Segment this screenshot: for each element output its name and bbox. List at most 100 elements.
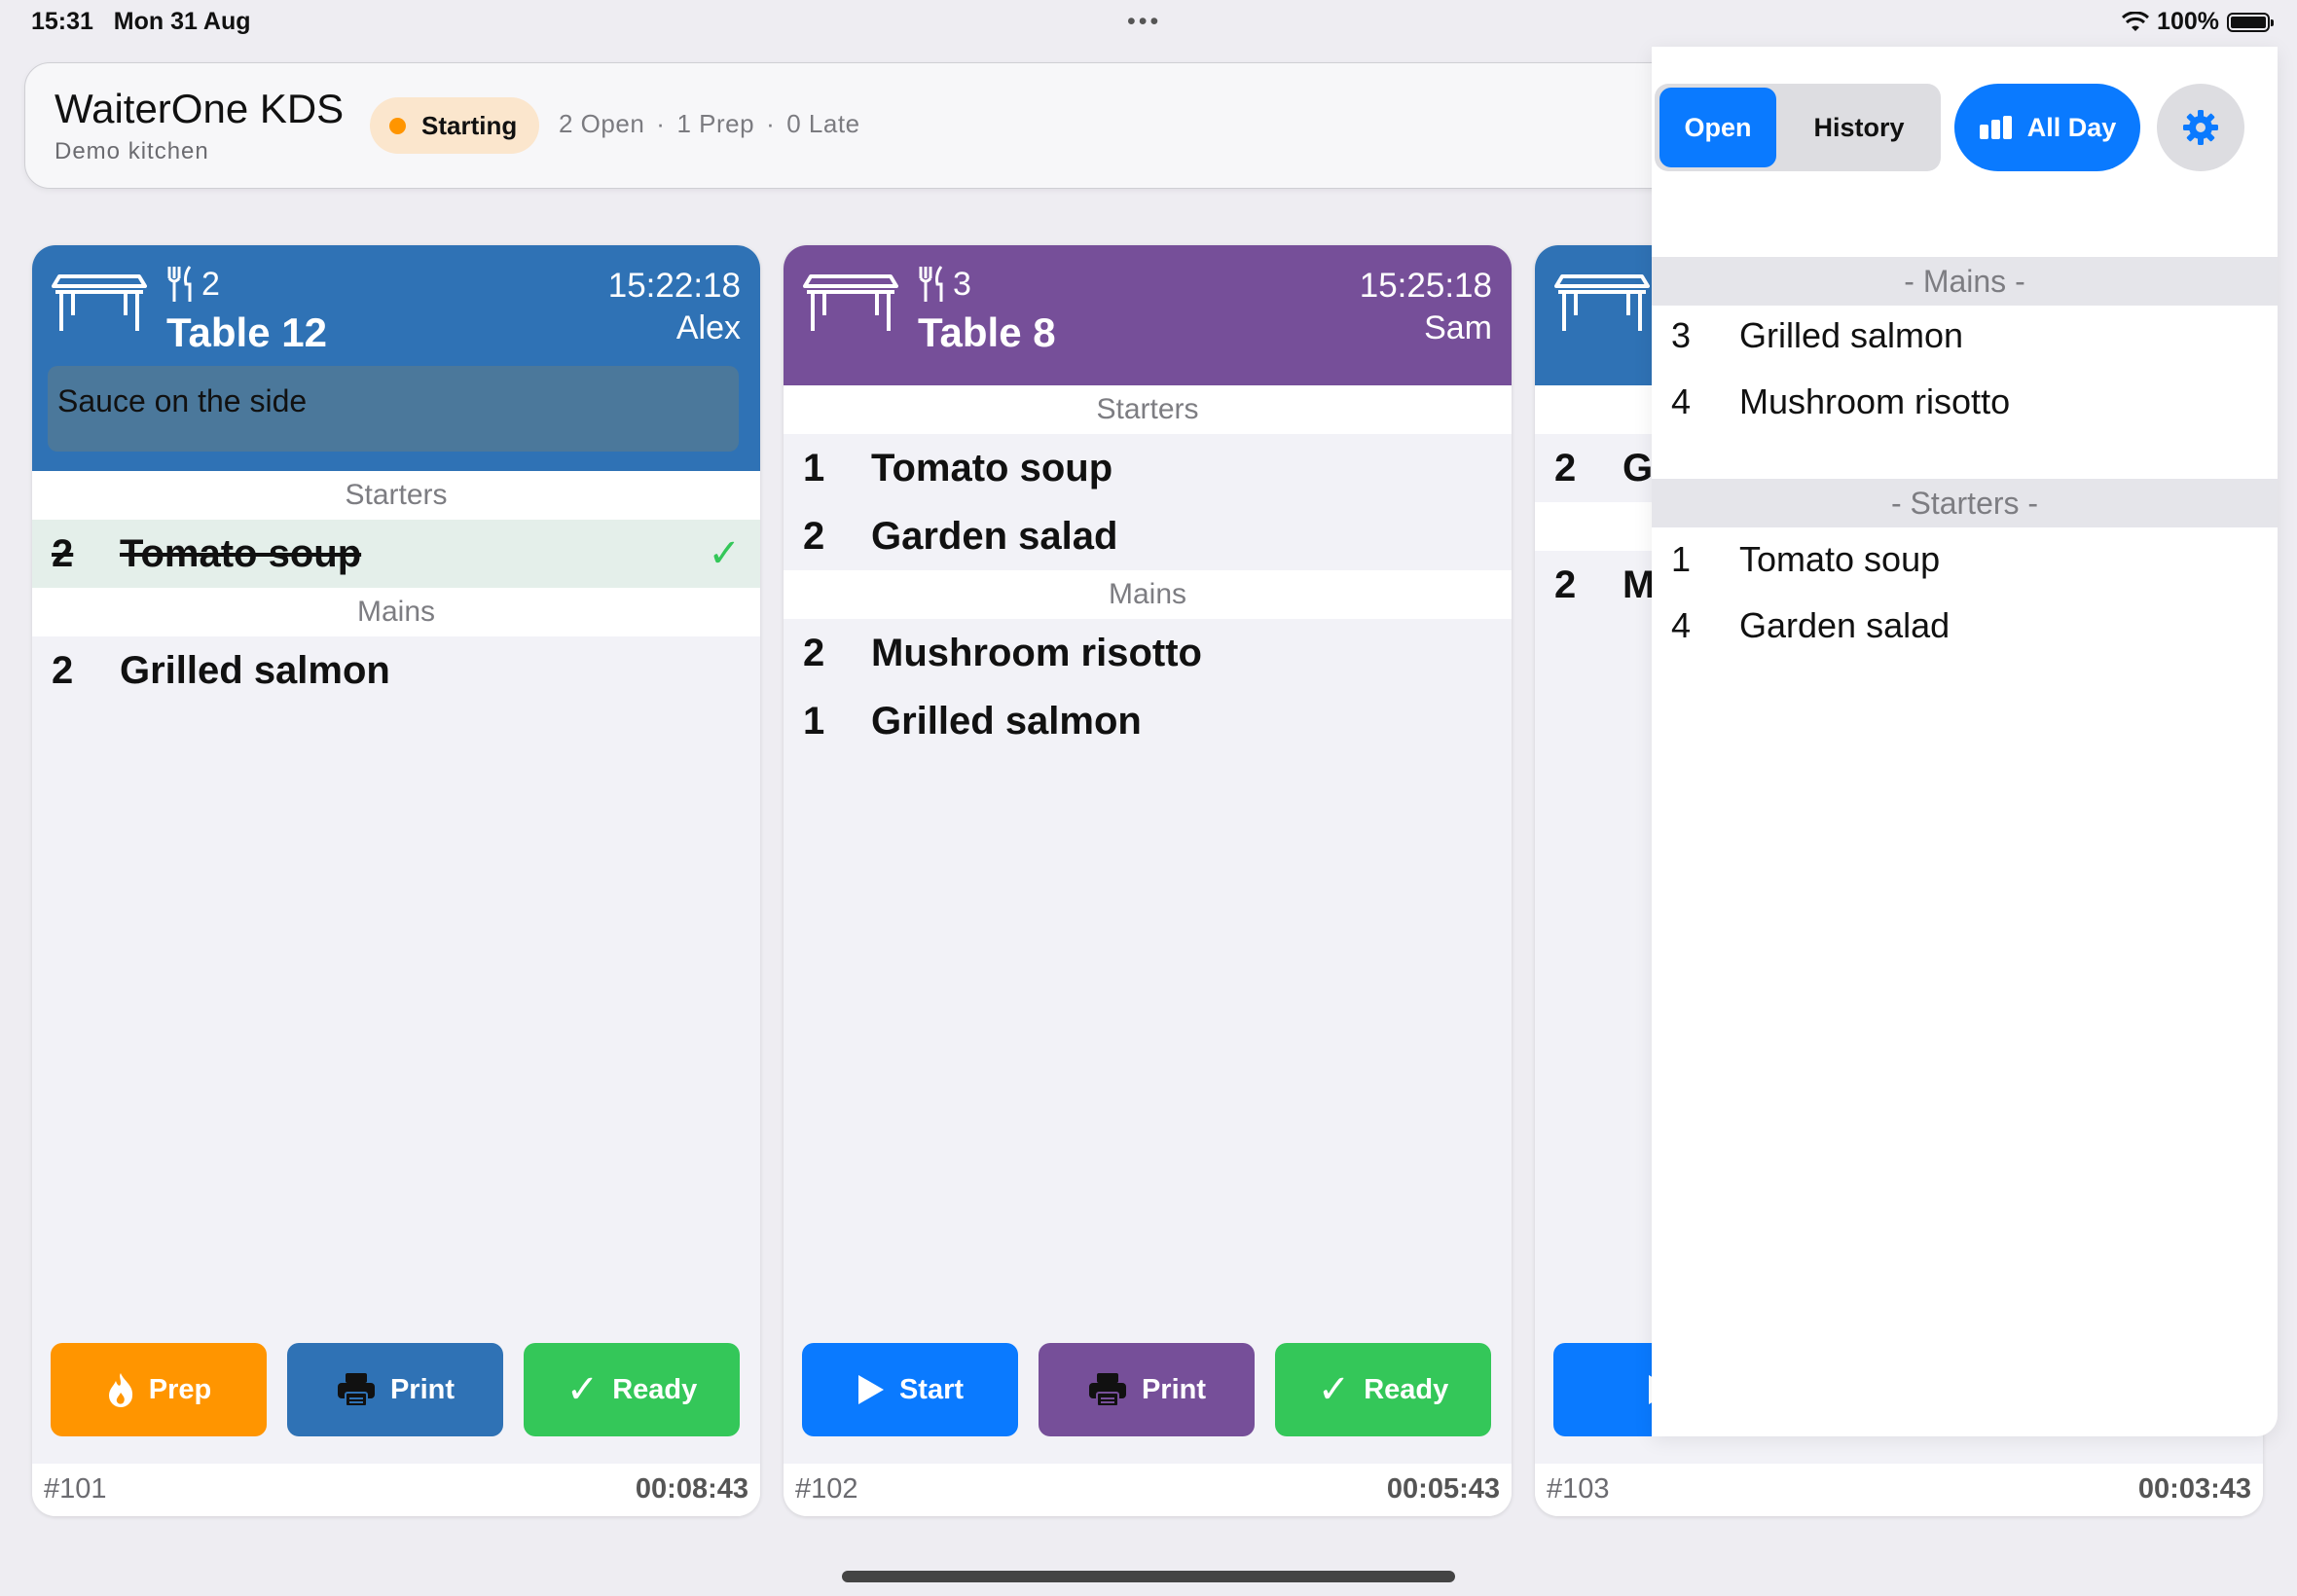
status-dot	[389, 117, 406, 134]
item-name: G	[1622, 446, 1654, 490]
item-qty: 1	[1671, 539, 1692, 579]
order-id: #101	[44, 1473, 107, 1505]
server-name: Alex	[675, 309, 741, 346]
server-name: Sam	[1424, 309, 1492, 346]
order-id: #103	[1547, 1473, 1610, 1505]
gear-icon	[2183, 110, 2218, 145]
date: Mon 31 Aug	[113, 8, 251, 35]
item-name: Garden salad	[871, 514, 1118, 558]
status-label: Starting	[421, 110, 518, 140]
list-item[interactable]: 2 Mushroom risotto	[784, 619, 1512, 687]
flame-icon	[108, 1373, 132, 1407]
item-qty: 3	[1671, 315, 1692, 355]
play-icon	[857, 1375, 884, 1404]
status-badge: Starting	[370, 97, 539, 154]
button-label: Ready	[1364, 1373, 1449, 1405]
settings-button[interactable]	[2157, 84, 2244, 171]
app-subtitle: Demo kitchen	[55, 138, 209, 164]
item-qty: 2	[803, 514, 825, 558]
status-bar-time: 15:31 Mon 31 Aug	[31, 8, 251, 36]
guest-count: 2	[166, 265, 220, 304]
item-name: Tomato soup	[871, 446, 1113, 490]
battery-icon	[2227, 12, 2274, 32]
item-name: Grilled salmon	[871, 699, 1142, 743]
multitask-dots[interactable]: •••	[1127, 8, 1161, 36]
item-name: Grilled salmon	[120, 648, 390, 692]
checkmark-icon: ✓	[708, 532, 741, 575]
checkmark-icon: ✓	[1317, 1368, 1351, 1411]
start-button[interactable]: Start	[802, 1343, 1018, 1436]
status-bar-right: 100%	[2122, 8, 2274, 36]
card-footer: #103 00:03:43	[1535, 1464, 2263, 1516]
item-qty: 2	[803, 631, 825, 674]
card-footer: #102 00:05:43	[784, 1464, 1512, 1516]
list-item[interactable]: 2 Tomato soup ✓	[32, 520, 760, 588]
item-name: Mushroom risotto	[1739, 381, 2011, 421]
table-icon	[803, 274, 898, 331]
item-qty: 2	[52, 531, 74, 575]
table-icon	[52, 274, 147, 331]
section-header-starters: Starters	[32, 471, 760, 520]
item-qty: 1	[803, 699, 825, 743]
guest-number: 2	[201, 265, 220, 303]
cutlery-icon	[919, 266, 943, 302]
card-header[interactable]: 3 Table 8 15:25:18 Sam	[784, 245, 1512, 385]
all-day-popover: - Mains - 3 Grilled salmon 4 Mushroom ri…	[1652, 47, 2278, 1436]
order-id: #102	[795, 1473, 858, 1505]
printer-icon	[1088, 1373, 1126, 1407]
popover-section-starters: - Starters -	[1652, 479, 2278, 527]
card-header[interactable]: 2 Table 12 15:22:18 Alex Sauce on the si…	[32, 245, 760, 471]
order-time: 15:25:18	[1359, 267, 1492, 305]
section-header-mains: Mains	[32, 588, 760, 636]
prep-count: 1 Prep	[676, 109, 755, 138]
print-button[interactable]: Print	[287, 1343, 503, 1436]
checkmark-icon: ✓	[565, 1368, 600, 1411]
button-label: Prep	[148, 1373, 212, 1405]
wifi-icon	[2122, 11, 2150, 31]
home-indicator[interactable]	[842, 1571, 1455, 1582]
elapsed-timer: 00:03:43	[2137, 1473, 2251, 1505]
popover-item: 4 Garden salad	[1652, 594, 2278, 658]
ready-button[interactable]: ✓ Ready	[524, 1343, 740, 1436]
item-name: Tomato soup	[1739, 539, 1941, 579]
elapsed-timer: 00:05:43	[1386, 1473, 1500, 1505]
list-item[interactable]: 1 Grilled salmon	[784, 687, 1512, 755]
bar-chart-icon	[1979, 116, 2012, 139]
item-name: Mushroom risotto	[871, 631, 1202, 674]
tab-history[interactable]: History	[1781, 88, 1937, 167]
tab-open[interactable]: Open	[1659, 88, 1776, 167]
list-item[interactable]: 1 Tomato soup	[784, 434, 1512, 502]
button-label: Print	[389, 1373, 456, 1405]
popover-item: 4 Mushroom risotto	[1652, 370, 2278, 434]
separator: ·	[766, 109, 776, 138]
table-name: Table 12	[166, 309, 327, 355]
ready-button[interactable]: ✓ Ready	[1275, 1343, 1491, 1436]
section-header-mains: Mains	[784, 570, 1512, 619]
list-item[interactable]: 2 Garden salad	[784, 502, 1512, 570]
item-name: M	[1622, 562, 1656, 606]
printer-icon	[337, 1373, 375, 1407]
order-time: 15:22:18	[607, 267, 741, 305]
table-icon	[1554, 274, 1650, 331]
popover-item: 1 Tomato soup	[1652, 527, 2278, 592]
item-qty: 2	[52, 648, 74, 692]
print-button[interactable]: Print	[1039, 1343, 1255, 1436]
open-count: 2 Open	[559, 109, 645, 138]
clock: 15:31	[31, 8, 93, 35]
button-label: Start	[898, 1373, 965, 1405]
item-qty: 1	[803, 446, 825, 490]
section-header-starters: Starters	[784, 385, 1512, 434]
popover-item: 3 Grilled salmon	[1652, 304, 2278, 368]
list-item[interactable]: 2 Grilled salmon	[32, 636, 760, 705]
all-day-button[interactable]: All Day	[1954, 84, 2140, 171]
popover-section-mains: - Mains -	[1652, 257, 2278, 306]
order-note: Sauce on the side	[48, 366, 739, 452]
card-footer: #101 00:08:43	[32, 1464, 760, 1516]
item-name: Grilled salmon	[1739, 315, 1964, 355]
button-label: Ready	[612, 1373, 698, 1405]
prep-button[interactable]: Prep	[51, 1343, 267, 1436]
order-counts: 2 Open · 1 Prep · 0 Late	[559, 109, 860, 139]
guest-number: 3	[953, 265, 971, 303]
item-qty: 2	[1554, 446, 1577, 490]
elapsed-timer: 00:08:43	[635, 1473, 748, 1505]
